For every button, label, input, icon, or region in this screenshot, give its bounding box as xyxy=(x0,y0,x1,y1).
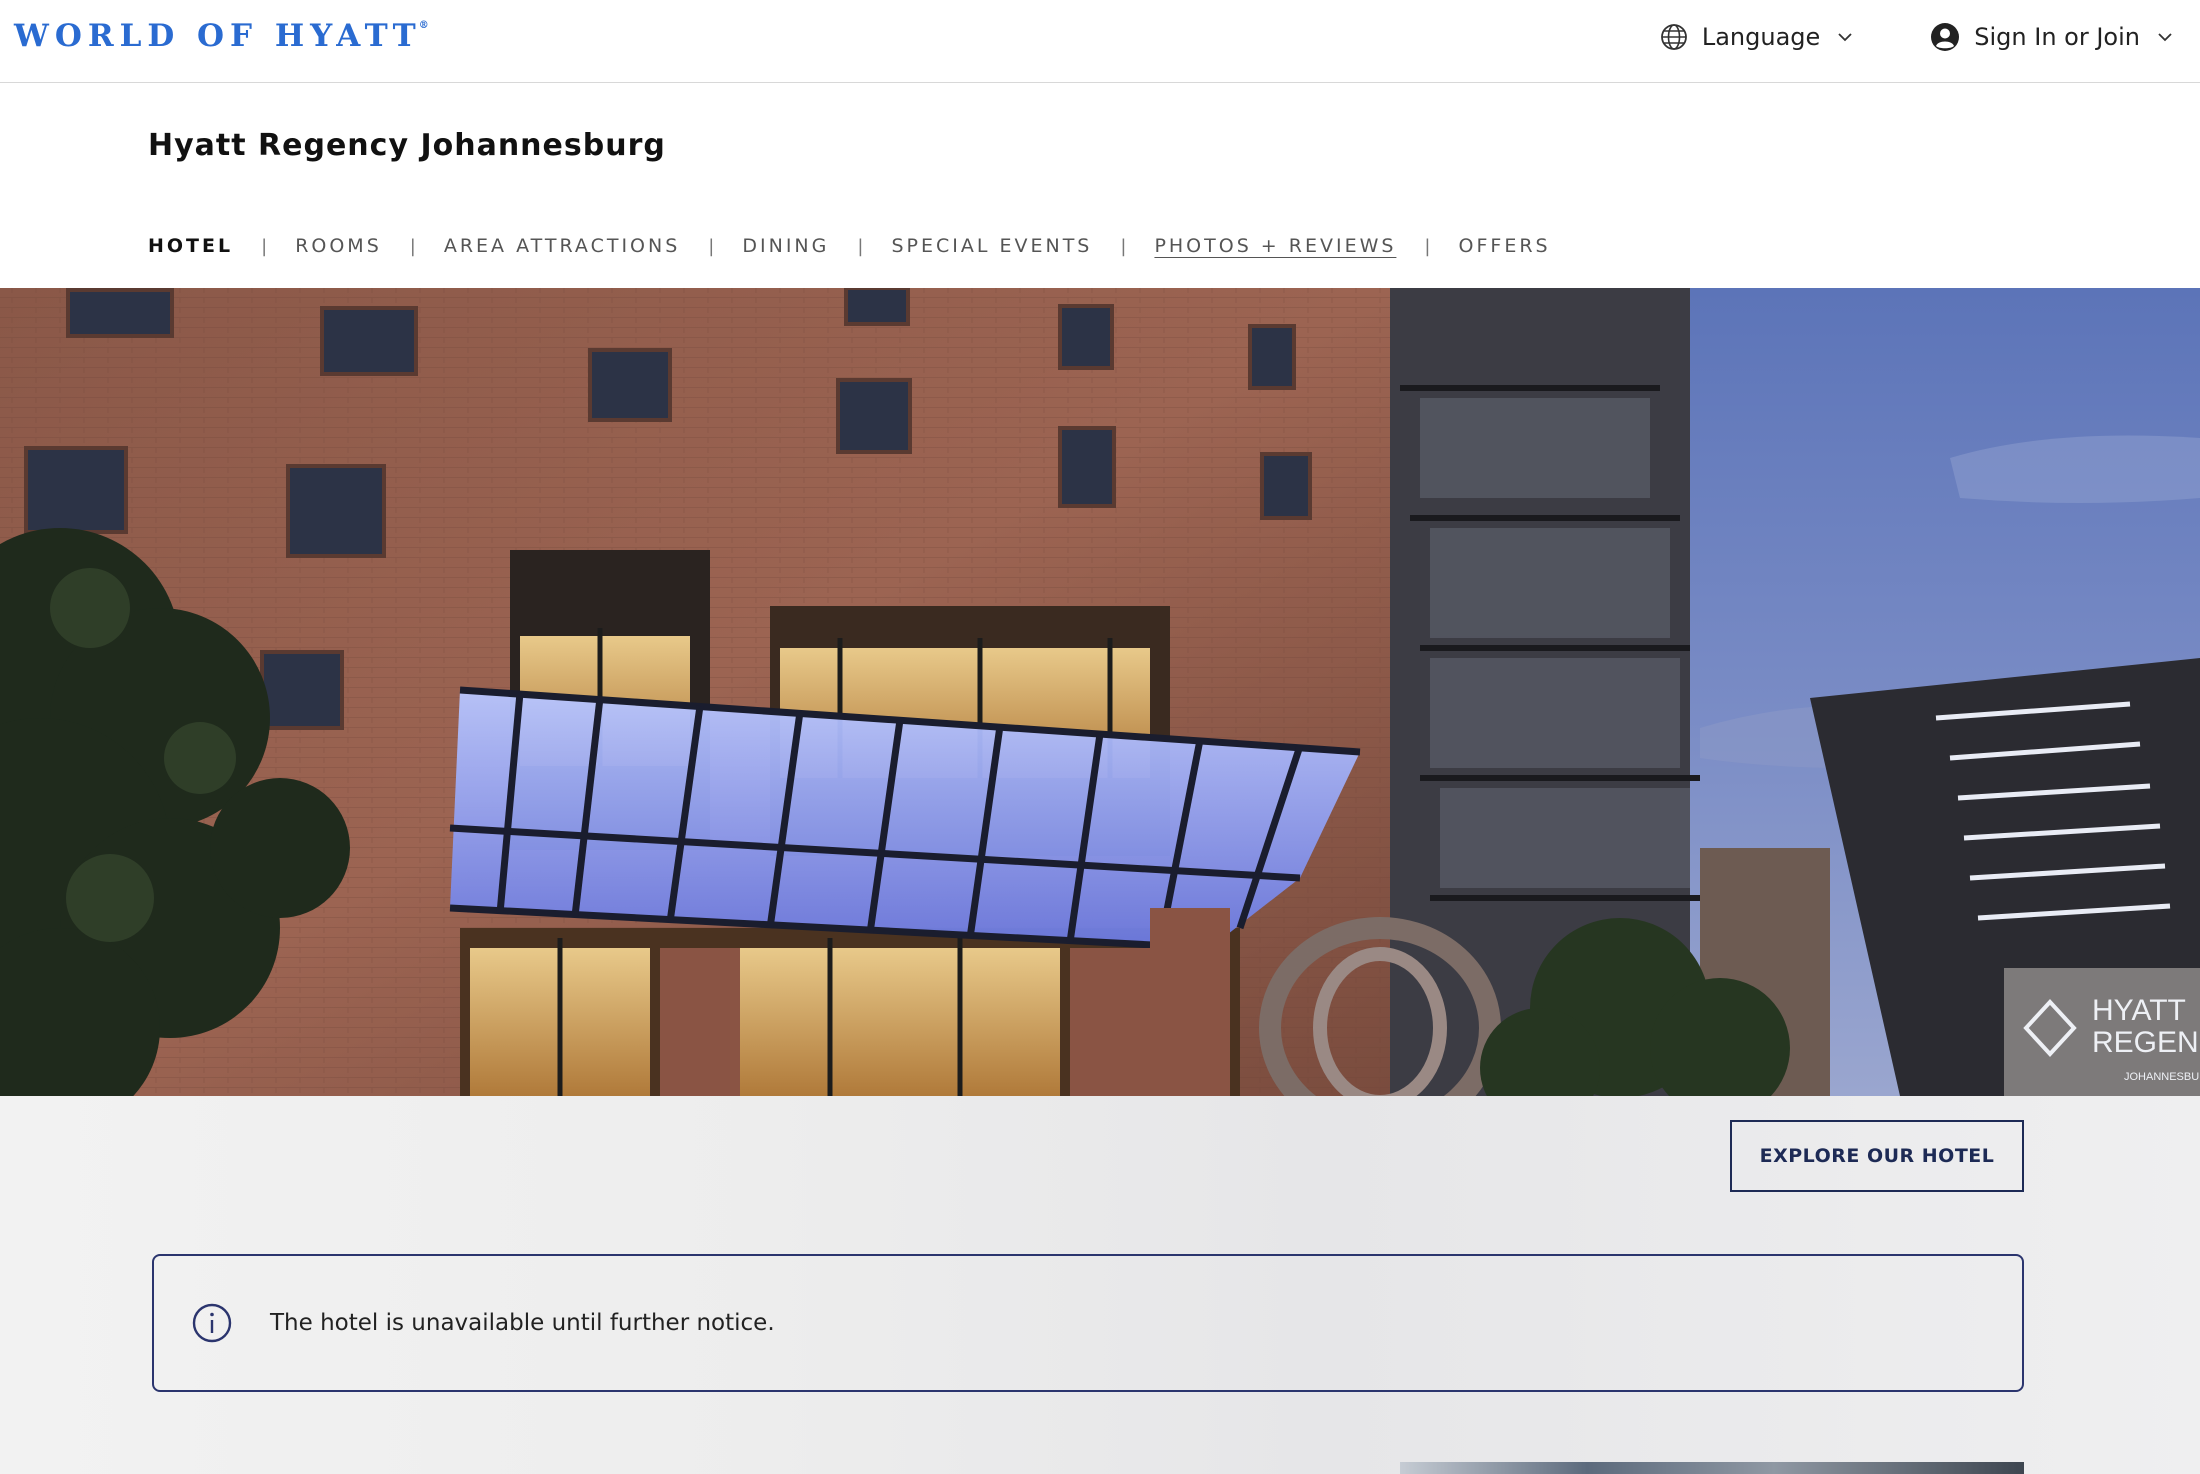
hotel-nav: HOTEL | ROOMS | AREA ATTRACTIONS | DININ… xyxy=(148,232,1551,260)
explore-our-hotel-button[interactable]: EXPLORE OUR HOTEL xyxy=(1730,1120,2024,1192)
nav-tab-area-attractions[interactable]: AREA ATTRACTIONS xyxy=(444,235,680,257)
hotel-overview-section: EXPLORE OUR HOTEL The hotel is unavailab… xyxy=(0,1096,2200,1474)
availability-notice: The hotel is unavailable until further n… xyxy=(152,1254,2024,1392)
nav-separator: | xyxy=(261,235,268,257)
nav-tab-dining[interactable]: DINING xyxy=(742,235,829,257)
nav-tab-offers[interactable]: OFFERS xyxy=(1459,235,1551,257)
nav-separator: | xyxy=(1120,235,1127,257)
hotel-name: Hyatt Regency Johannesburg xyxy=(148,128,666,163)
sign-in-menu[interactable]: Sign In or Join xyxy=(1930,22,2176,52)
world-of-hyatt-logo[interactable]: WORLD OF HYATT® xyxy=(14,18,432,54)
globe-icon xyxy=(1660,24,1687,50)
language-selector[interactable]: Language xyxy=(1660,23,1856,51)
nav-tab-rooms[interactable]: ROOMS xyxy=(295,235,382,257)
registered-mark: ® xyxy=(418,20,429,31)
hero-sign-regency: REGENCY xyxy=(2092,1026,2200,1059)
nav-tab-photos-reviews[interactable]: PHOTOS + REVIEWS xyxy=(1154,235,1396,257)
notice-message: The hotel is unavailable until further n… xyxy=(270,1310,775,1336)
hero-image: HYATT REGENCY JOHANNESBURG xyxy=(0,288,2200,1096)
top-actions: Language Sign In or Join xyxy=(1660,18,2176,56)
hero-sign-johannesburg: JOHANNESBURG xyxy=(2124,1071,2200,1083)
nav-tab-hotel[interactable]: HOTEL xyxy=(148,235,233,257)
logo-text: WORLD OF HYATT xyxy=(14,18,422,54)
hero-sign-hyatt: HYATT xyxy=(2092,994,2186,1027)
top-bar: WORLD OF HYATT® Language Sign In or Join xyxy=(0,0,2200,83)
language-label: Language xyxy=(1701,23,1821,51)
nav-separator: | xyxy=(708,235,715,257)
chevron-down-icon xyxy=(1838,33,1852,42)
nav-separator: | xyxy=(409,235,416,257)
info-icon xyxy=(192,1303,232,1343)
sign-in-label: Sign In or Join xyxy=(1974,23,2140,51)
chevron-down-icon xyxy=(2158,33,2172,42)
section-image-peek xyxy=(1400,1462,2024,1474)
user-account-icon xyxy=(1931,23,1960,51)
nav-tab-special-events[interactable]: SPECIAL EVENTS xyxy=(891,235,1092,257)
hotel-facade-illustration: HYATT REGENCY JOHANNESBURG xyxy=(0,288,2200,1096)
nav-separator: | xyxy=(857,235,864,257)
nav-separator: | xyxy=(1424,235,1431,257)
